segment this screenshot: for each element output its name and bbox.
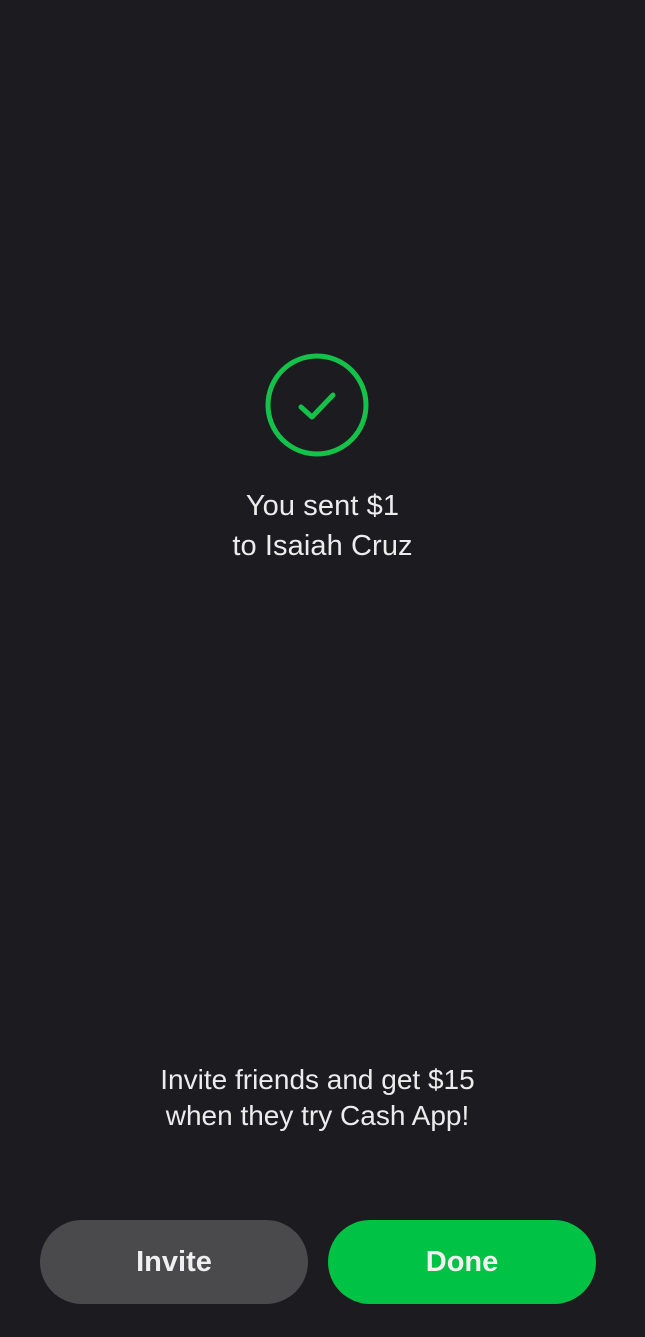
invite-button-label: Invite [136, 1245, 212, 1278]
invite-promo-text: Invite friends and get $15 when they try… [0, 1062, 635, 1134]
done-button-label: Done [425, 1245, 499, 1278]
done-button[interactable]: Done [328, 1220, 596, 1304]
confirmation-recipient-line: to Isaiah Cruz [232, 530, 413, 562]
promo-line-1: Invite friends and get $15 [160, 1064, 475, 1095]
payment-confirmation-text: You sent $1 to Isaiah Cruz [0, 486, 645, 566]
check-circle-icon [264, 352, 370, 458]
invite-button[interactable]: Invite [40, 1220, 308, 1304]
payment-success-screen: You sent $1 to Isaiah Cruz Invite friend… [0, 0, 645, 1337]
confirmation-amount-line: You sent $1 [245, 490, 400, 522]
promo-line-2: when they try Cash App! [165, 1100, 470, 1131]
